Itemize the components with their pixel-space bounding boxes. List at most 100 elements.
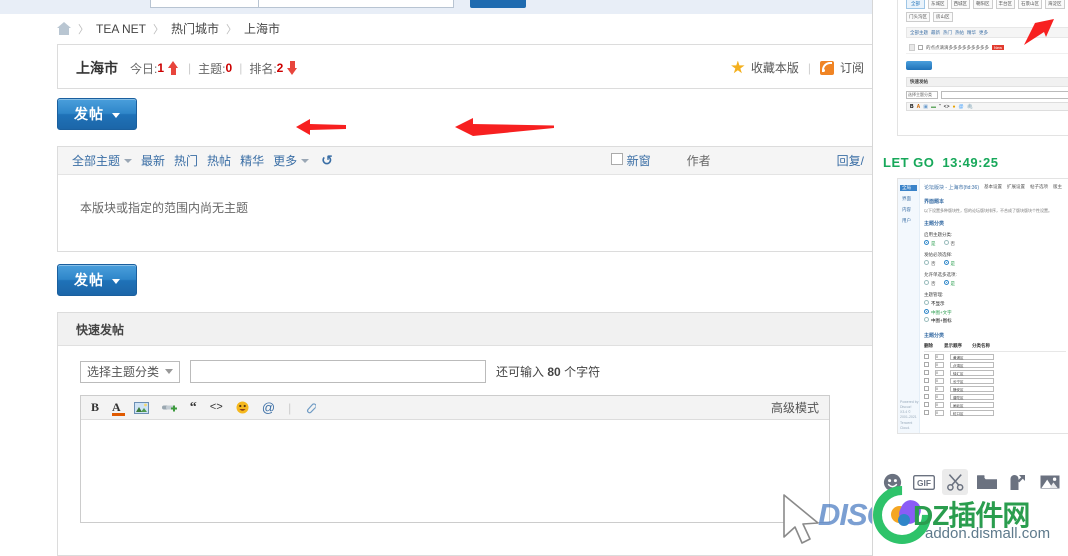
thumb1-quickpost-title: 快速发帖	[906, 77, 1068, 87]
thumb2-f3-opt-1: 是	[950, 281, 956, 286]
char-counter-value: 80	[547, 365, 561, 379]
filter-digest[interactable]: 精华	[240, 152, 264, 169]
chat-message-text: LET GO	[883, 155, 935, 170]
filter-hot-posts[interactable]: 热帖	[207, 152, 231, 169]
thumb1-filter-0: 全部主题	[910, 29, 928, 35]
table-row: 0 静安区	[924, 385, 1066, 392]
svg-text:GIF: GIF	[917, 478, 931, 488]
toolbar-divider: |	[288, 400, 292, 415]
filter-more[interactable]: 更多	[273, 152, 297, 169]
thumb2-row1-order: 0	[935, 361, 944, 368]
emoji-icon[interactable]	[879, 469, 905, 495]
thumb2-row5-name: 普陀区	[950, 393, 994, 400]
mention-icon[interactable]: @	[262, 400, 275, 415]
board-actions: 收藏本版 | 订阅	[731, 59, 864, 76]
advanced-mode-link[interactable]: 高级模式	[771, 399, 819, 416]
home-icon[interactable]	[57, 22, 71, 35]
thumb2-field-2-radios: 否 是	[924, 260, 1066, 267]
thumb2-f1-radio-yes	[924, 240, 929, 245]
table-row: 0 普陀区	[924, 393, 1066, 400]
breadcrumb-item-teanet[interactable]: TEA NET	[96, 22, 146, 36]
new-window-checkbox[interactable]	[610, 153, 623, 165]
thumb2-field-3-label: 允许单选多选项:	[924, 272, 957, 277]
search-input[interactable]	[258, 0, 454, 8]
search-button[interactable]	[470, 0, 526, 8]
thumb1-tab-0: 全部	[906, 0, 925, 9]
table-row: 0 闸北区	[924, 401, 1066, 408]
new-window-option[interactable]: 新窗	[610, 152, 651, 169]
star-icon[interactable]	[731, 60, 745, 74]
annotation-arrow-left-small	[296, 116, 346, 138]
char-counter: 还可输入 80 个字符	[496, 363, 600, 380]
filter-newest[interactable]: 最新	[141, 152, 165, 169]
thumb2-row3-order: 0	[935, 377, 944, 384]
thumb2-tab-1: 扩展设置	[1007, 184, 1026, 189]
thumb1-tab-1: 东城区	[928, 0, 948, 9]
table-row: 0 卢湾区	[924, 361, 1066, 368]
link-icon[interactable]	[161, 402, 177, 414]
chevron-down-icon-2	[112, 278, 120, 284]
thumb2-row2-name: 徐汇区	[950, 369, 994, 376]
rss-icon[interactable]	[819, 60, 834, 75]
thumb2-row6-order: 0	[935, 401, 944, 408]
thumb1-bold-icon: B	[910, 103, 914, 110]
breadcrumb-item-hotcities[interactable]: 热门城市	[171, 20, 219, 37]
new-post-button-bottom[interactable]: 发帖	[57, 264, 137, 296]
thumb1-row-checkbox	[918, 45, 923, 50]
thumb2-sidebar-item-0: 全局	[900, 185, 917, 191]
thumb1-filter-2: 热门	[943, 29, 952, 35]
bold-icon[interactable]: B	[91, 400, 99, 415]
refresh-icon[interactable]: ↺	[321, 152, 333, 169]
filter-all-topics[interactable]: 全部主题	[72, 152, 120, 169]
thumb2-row0-ck	[924, 354, 929, 360]
thumb2-sidebar-item-2: 内容	[902, 207, 911, 212]
thumb2-row5-order: 0	[935, 393, 944, 400]
thread-filter-right: 新窗 作者 回复/	[610, 152, 864, 169]
watermark-dot-blue	[898, 514, 910, 526]
thumb2-th-0: 删除	[924, 342, 933, 348]
image-icon[interactable]	[133, 401, 149, 414]
breadcrumb-item-shanghai[interactable]: 上海市	[244, 20, 280, 37]
thumb2-copyright: Powered by Discuz! X3.4 © 2001-2021 Tenc…	[900, 399, 919, 430]
favorite-board-link[interactable]: 收藏本版	[751, 59, 799, 76]
filter-hot[interactable]: 热门	[174, 152, 198, 169]
thumb1-editor-toolbar: B A ▣ ▬ “ <> ● @ 🖇	[906, 102, 1068, 111]
gif-icon[interactable]: GIF	[911, 469, 937, 495]
column-author: 作者	[686, 154, 711, 168]
thumb2-row5-ck	[924, 394, 929, 400]
thumb2-tab-2: 帖子选项	[1030, 184, 1049, 189]
rank-value: 2	[276, 61, 284, 75]
attachment-icon[interactable]	[304, 401, 317, 415]
thumb1-smiley-icon: ●	[952, 103, 956, 110]
image-icon[interactable]	[1037, 469, 1063, 495]
code-icon[interactable]: <>	[210, 402, 223, 414]
thumb2-section-3: 主题分类	[924, 332, 945, 339]
char-counter-suffix: 个字符	[564, 365, 601, 379]
quote-icon[interactable]: “	[190, 400, 197, 416]
new-post-button-top-label: 发帖	[74, 106, 104, 122]
thumb2-field-4-radios: 不显示 中图+文字 中图+图标	[924, 300, 1066, 326]
shake-icon[interactable]	[1005, 469, 1031, 495]
empty-thread-message: 本版块或指定的范围内尚无主题	[80, 201, 249, 215]
smiley-icon[interactable]	[236, 401, 249, 414]
subscribe-link[interactable]: 订阅	[840, 59, 864, 76]
chat-image-thumbnail-1[interactable]: 全部 东城区 西城区 朝阳区 丰台区 石景山区 海淀区 门头沟区 房山区 全部主…	[897, 0, 1068, 136]
new-post-button-top[interactable]: 发帖	[57, 98, 137, 130]
threads-label: 主题:	[198, 61, 226, 76]
folder-icon[interactable]	[974, 469, 1000, 495]
category-select[interactable]: 选择主题分类	[80, 360, 180, 383]
chevron-down-icon-category	[165, 369, 173, 374]
editor-textarea[interactable]	[81, 420, 829, 522]
column-reply[interactable]: 回复/	[837, 152, 864, 169]
screenshot-scissors-icon[interactable]	[942, 469, 969, 495]
post-title-input[interactable]	[190, 360, 486, 383]
thumb2-field-1-label: 启用主题分类:	[924, 232, 953, 237]
search-scope-select[interactable]	[150, 0, 258, 8]
text-color-icon[interactable]: A	[112, 400, 126, 416]
thumb1-filter-5: 更多	[979, 29, 988, 35]
actions-separator: |	[807, 60, 811, 75]
thumb2-row0-order: 0	[935, 353, 944, 360]
chat-image-thumbnail-2[interactable]: 全局 界面 内容 用户 Powered by Discuz! X3.4 © 20…	[897, 178, 1068, 434]
quick-post-panel: 快速发帖 选择主题分类 还可输入 80 个字符 B A “ <> @ | 高级模…	[57, 312, 872, 556]
search-row	[150, 0, 526, 8]
